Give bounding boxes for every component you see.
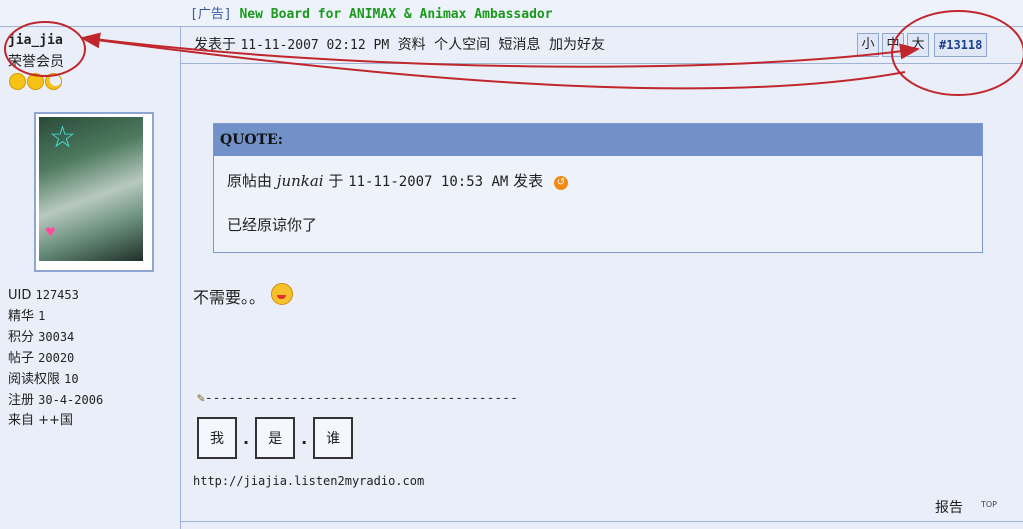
smiley-icon: [271, 283, 294, 305]
font-size-buttons: 小 中 大: [857, 33, 929, 57]
post-header: 发表于 11-11-2007 02:12 PM 资料 个人空间 短消息 加为好友…: [181, 27, 1023, 64]
stat-label: 帖子: [8, 351, 35, 366]
quote-datetime: 11-11-2007 10:53 AM: [348, 174, 509, 190]
message-link[interactable]: 短消息: [499, 37, 541, 53]
stat-posts: 帖子 20020: [8, 348, 103, 369]
post-meta: 发表于 11-11-2007 02:12 PM 资料 个人空间 短消息 加为好友: [194, 34, 605, 54]
add-friend-link[interactable]: 加为好友: [549, 37, 605, 53]
stat-value: 127453: [35, 288, 79, 302]
stat-points: 积分 30034: [8, 327, 103, 348]
signature-art: 我 . 是 . 谁: [197, 417, 354, 459]
heart-icon: ♥: [45, 225, 56, 239]
stat-value: 1: [38, 309, 46, 323]
font-large-button[interactable]: 大: [907, 33, 929, 57]
quote-header: QUOTE:: [214, 124, 982, 156]
quote-body: 已经原谅你了: [227, 216, 318, 234]
ad-bar: [广告] New Board for ANIMAX & Animax Ambas…: [0, 0, 1023, 27]
ad-link[interactable]: New Board for ANIMAX & Animax Ambassador: [239, 7, 552, 22]
goto-post-icon[interactable]: ↺: [553, 176, 568, 190]
quote-prefix: 原帖由: [227, 172, 273, 190]
stat-digest: 精华 1: [8, 306, 103, 327]
user-sidebar: jia_jia 荣誉会员 ☆ ♥ UID 127453 精华 1 积分 3003…: [0, 27, 181, 529]
stat-label: 注册: [8, 393, 35, 408]
sun-icon: [9, 73, 26, 90]
user-stats: UID 127453 精华 1 积分 30034 帖子 20020 阅读权限 1…: [8, 285, 103, 431]
stat-label: 来自: [8, 413, 35, 428]
stat-registered: 注册 30-4-2006: [8, 390, 103, 411]
pencil-icon: ✎: [197, 391, 205, 406]
stat-label: 积分: [8, 330, 35, 345]
signature-sep: .: [243, 428, 250, 448]
signature-char: 我: [197, 417, 237, 459]
stat-value: 20020: [38, 351, 75, 365]
signature-sep: .: [301, 428, 308, 448]
avatar: ☆ ♥: [34, 112, 154, 272]
avatar-image: ☆ ♥: [39, 117, 143, 261]
post-footer-divider: [181, 521, 1023, 522]
quote-suffix: 发表: [513, 172, 544, 190]
post-number-link[interactable]: #13118: [934, 33, 988, 57]
report-link[interactable]: 报告: [935, 497, 963, 517]
quote-block: QUOTE: 原帖由 junkai 于 11-11-2007 10:53 AM …: [213, 123, 983, 253]
back-to-top-link[interactable]: TOP: [981, 500, 997, 509]
stat-value: 30-4-2006: [38, 393, 104, 407]
stat-read-permission: 阅读权限 10: [8, 369, 103, 390]
quote-on: 于: [328, 172, 344, 190]
signature-dashes: ----------------------------------------: [204, 391, 518, 406]
ad-line: [广告] New Board for ANIMAX & Animax Ambas…: [190, 3, 553, 22]
signature-divider: ✎---------------------------------------…: [197, 391, 518, 406]
post-datetime: 11-11-2007 02:12 PM: [240, 38, 390, 53]
space-link[interactable]: 个人空间: [434, 37, 490, 53]
stat-value: 30034: [38, 330, 75, 344]
profile-link[interactable]: 资料: [398, 37, 426, 53]
signature-char: 是: [255, 417, 296, 459]
posted-label: 发表于: [194, 37, 236, 53]
quote-author: junkai: [276, 172, 324, 190]
stat-label: 阅读权限: [8, 372, 61, 387]
user-rank-title: 荣誉会员: [8, 54, 64, 70]
stat-from: 来自 ++国: [8, 411, 103, 431]
post-text: 不需要。。: [193, 288, 266, 307]
stat-uid: UID 127453: [8, 285, 103, 306]
moon-icon: [45, 73, 62, 90]
username[interactable]: jia_jia: [8, 33, 63, 48]
sun-icon: [27, 73, 44, 90]
post-area: 发表于 11-11-2007 02:12 PM 资料 个人空间 短消息 加为好友…: [181, 27, 1023, 529]
stat-value: ++国: [38, 413, 73, 428]
stat-label: 精华: [8, 309, 35, 324]
signature-char: 谁: [313, 417, 354, 459]
font-small-button[interactable]: 小: [857, 33, 879, 57]
ad-tag: [广告]: [190, 7, 232, 22]
rank-stars: [9, 73, 62, 90]
star-icon: ☆: [49, 120, 76, 155]
stat-label: UID: [8, 288, 32, 303]
stat-value: 10: [64, 372, 79, 386]
font-medium-button[interactable]: 中: [882, 33, 904, 57]
quote-source: 原帖由 junkai 于 11-11-2007 10:53 AM 发表 ↺: [227, 170, 568, 191]
post-body: 不需要。。: [193, 283, 294, 308]
signature-url[interactable]: http://jiajia.listen2myradio.com: [193, 474, 424, 488]
